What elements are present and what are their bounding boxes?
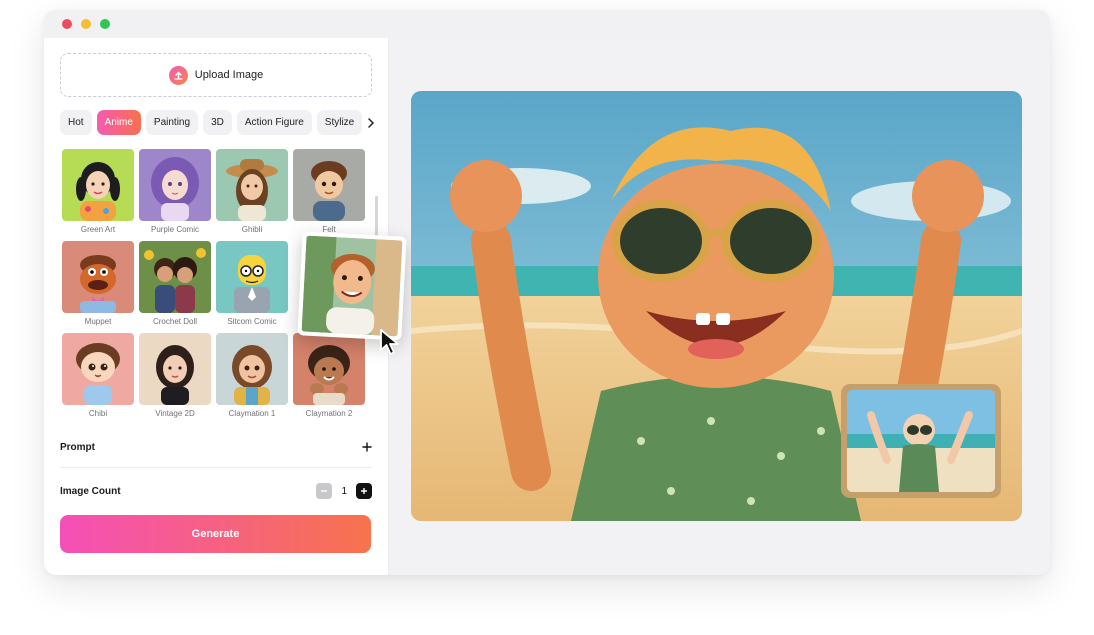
minus-icon[interactable] — [316, 483, 333, 499]
style-thumbnail — [139, 149, 211, 221]
style-card-sitcom-comic[interactable]: Sitcom Comic — [216, 241, 288, 327]
tab-stylize[interactable]: Stylize — [316, 110, 363, 135]
upload-image-button[interactable]: Upload Image — [60, 53, 372, 97]
style-thumbnail — [139, 333, 211, 405]
style-card-chibi[interactable]: Chibi — [62, 333, 134, 419]
style-label: Purple Comic — [150, 225, 199, 234]
style-label: Green Art — [80, 225, 116, 234]
plus-icon[interactable] — [356, 483, 372, 499]
divider — [60, 467, 372, 468]
dragged-style-thumbnail — [301, 235, 403, 337]
style-label: Claymation 1 — [228, 409, 276, 418]
source-photo — [847, 390, 995, 492]
style-card-crochet-doll[interactable]: Crochet Doll — [139, 241, 211, 327]
style-label: Ghibli — [241, 225, 263, 234]
app-window: Upload Image Hot Anime Painting 3D Actio… — [44, 10, 1050, 575]
style-label: Claymation 2 — [305, 409, 353, 418]
image-count-stepper: 1 — [316, 483, 372, 499]
style-thumbnail — [62, 241, 134, 313]
chevron-right-icon[interactable] — [360, 110, 382, 135]
plus-icon[interactable] — [362, 439, 372, 455]
style-label: Muppet — [84, 317, 112, 326]
style-label: Vintage 2D — [155, 409, 195, 418]
style-thumbnail — [293, 149, 365, 221]
tab-painting[interactable]: Painting — [145, 110, 199, 135]
style-card-felt[interactable]: Felt — [293, 149, 365, 235]
upload-icon — [168, 65, 188, 85]
style-card-purple-comic[interactable]: Purple Comic — [139, 149, 211, 235]
maximize-window-button[interactable] — [100, 19, 110, 29]
style-thumbnail — [216, 241, 288, 313]
style-card-claymation-2[interactable]: Claymation 2 — [293, 333, 365, 419]
style-label: Chibi — [88, 409, 108, 418]
title-bar — [44, 10, 1050, 38]
tab-anime[interactable]: Anime — [96, 110, 141, 135]
style-thumbnail — [62, 333, 134, 405]
image-count-row: Image Count 1 — [60, 481, 372, 501]
style-thumbnail — [62, 149, 134, 221]
upload-image-label: Upload Image — [194, 69, 264, 81]
tab-action-figure[interactable]: Action Figure — [236, 110, 312, 135]
prompt-row[interactable]: Prompt — [60, 438, 372, 456]
minimize-window-button[interactable] — [81, 19, 91, 29]
style-thumbnail — [216, 333, 288, 405]
style-category-tabs: Hot Anime Painting 3D Action Figure Styl… — [60, 110, 363, 135]
style-card-muppet[interactable]: Muppet — [62, 241, 134, 327]
style-label: Crochet Doll — [152, 317, 197, 326]
tab-hot[interactable]: Hot — [60, 110, 92, 135]
source-photo-thumbnail — [841, 384, 1001, 498]
close-window-button[interactable] — [62, 19, 72, 29]
style-panel: Upload Image Hot Anime Painting 3D Actio… — [44, 38, 407, 575]
image-count-label: Image Count — [60, 485, 121, 497]
tab-3d[interactable]: 3D — [203, 110, 232, 135]
style-card-vintage-2d[interactable]: Vintage 2D — [139, 333, 211, 419]
style-thumbnail — [216, 149, 288, 221]
style-card-claymation-1[interactable]: Claymation 1 — [216, 333, 288, 419]
style-thumbnail — [139, 241, 211, 313]
style-card-green-art[interactable]: Green Art — [62, 149, 134, 235]
image-count-value: 1 — [341, 485, 347, 497]
generate-button[interactable]: Generate — [60, 515, 371, 553]
style-thumbnail — [293, 333, 365, 405]
style-card-ghibli[interactable]: Ghibli — [216, 149, 288, 235]
dragged-style-card[interactable] — [297, 231, 407, 341]
style-label: Sitcom Comic — [227, 317, 277, 326]
prompt-label: Prompt — [60, 441, 95, 453]
